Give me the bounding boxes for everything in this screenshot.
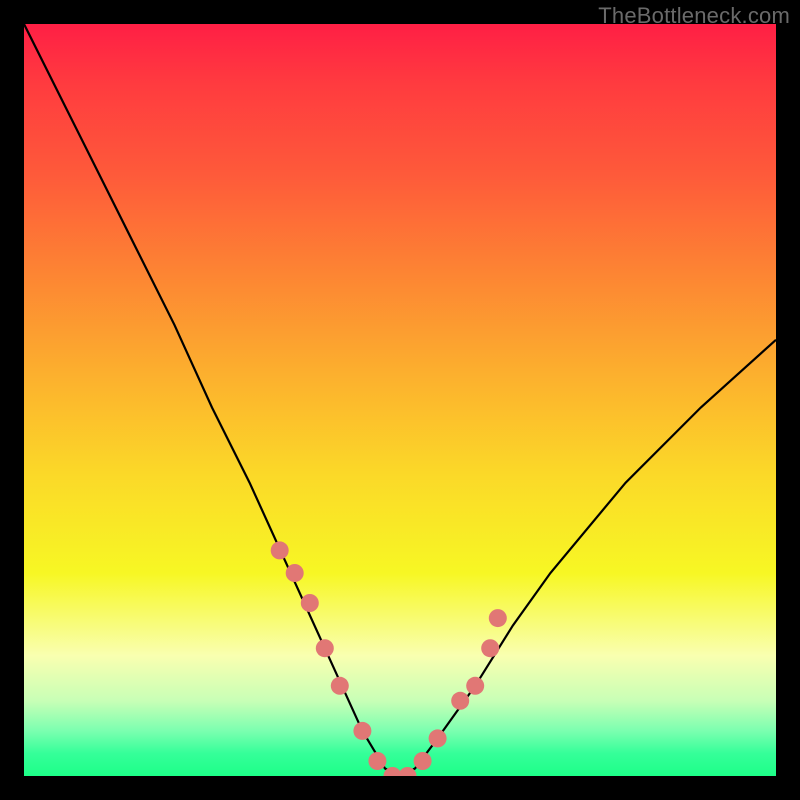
marker-dot (271, 541, 289, 559)
marker-dot (353, 722, 371, 740)
marker-dot (481, 639, 499, 657)
marker-dot (489, 609, 507, 627)
bottleneck-curve (24, 24, 776, 776)
chart-frame: TheBottleneck.com (0, 0, 800, 800)
marker-dot (466, 677, 484, 695)
marker-dot (414, 752, 432, 770)
marker-group (271, 541, 507, 776)
attribution-text: TheBottleneck.com (598, 3, 790, 29)
chart-overlay (24, 24, 776, 776)
marker-dot (429, 729, 447, 747)
marker-dot (301, 594, 319, 612)
plot-area (24, 24, 776, 776)
marker-dot (368, 752, 386, 770)
marker-dot (331, 677, 349, 695)
marker-dot (316, 639, 334, 657)
marker-dot (451, 692, 469, 710)
marker-dot (286, 564, 304, 582)
